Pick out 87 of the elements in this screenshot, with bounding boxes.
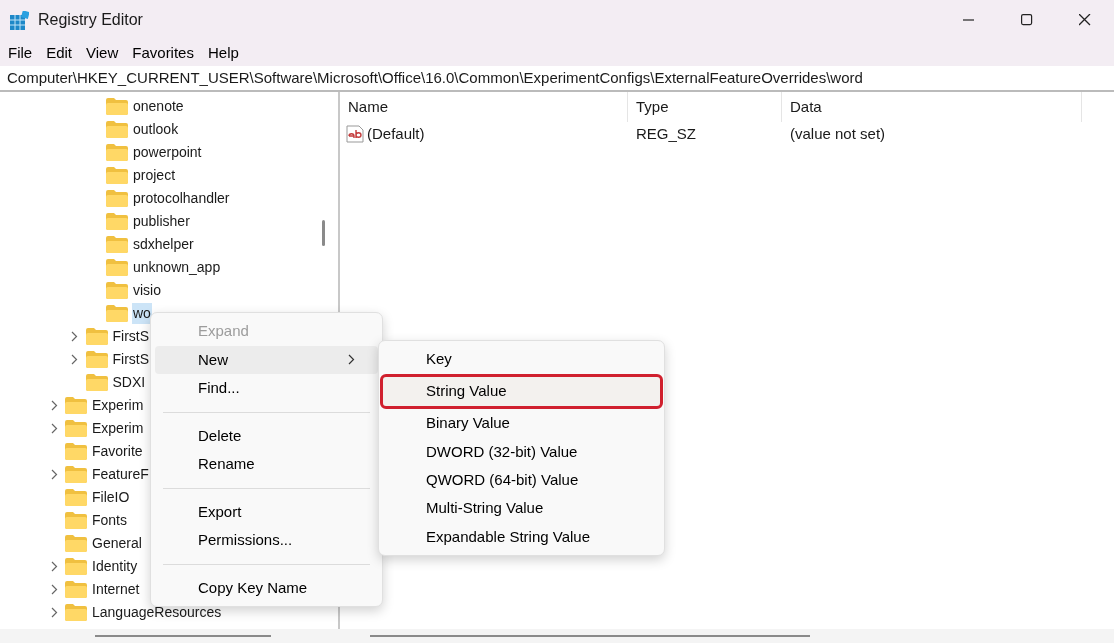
folder-icon — [106, 213, 128, 230]
menu-item[interactable]: Find... — [155, 374, 378, 403]
table-cell-text: REG_SZ — [636, 123, 696, 144]
menu-item[interactable]: Permissions... — [155, 526, 378, 555]
chevron-icon[interactable] — [71, 331, 78, 342]
folder-icon — [65, 512, 87, 529]
tree-item[interactable]: powerpoint — [132, 142, 203, 163]
tree-item[interactable]: Favorite — [91, 441, 144, 462]
folder-icon — [65, 420, 87, 437]
tree-item[interactable]: protocolhandler — [132, 188, 231, 209]
menu-item[interactable]: Copy Key Name — [155, 573, 378, 602]
chevron-icon[interactable] — [50, 561, 58, 572]
folder-icon — [106, 259, 128, 276]
chevron-icon[interactable] — [50, 400, 58, 411]
folder-icon — [106, 305, 128, 322]
tree-item[interactable]: project — [132, 165, 177, 186]
folder-icon — [65, 466, 87, 483]
menu-item[interactable]: Edit — [42, 41, 77, 65]
menu-item[interactable]: String Value — [383, 377, 660, 406]
tree-item[interactable]: FeatureF — [91, 464, 150, 485]
tree-item[interactable]: Experim — [91, 395, 145, 416]
tree-item[interactable]: visio — [132, 280, 162, 301]
tree-item[interactable]: outlook — [132, 119, 180, 140]
table-cell-text: (Default) — [367, 123, 425, 144]
chevron-icon[interactable] — [50, 423, 58, 434]
menu-item[interactable]: Rename — [155, 450, 378, 479]
folder-icon — [85, 328, 108, 345]
column-header[interactable]: Type — [628, 92, 782, 122]
folder-icon — [65, 397, 87, 414]
maximize-icon — [1021, 14, 1033, 26]
menu-item[interactable]: Binary Value — [383, 409, 660, 438]
close-icon — [1079, 14, 1091, 26]
column-header[interactable]: Name — [340, 92, 628, 122]
tree-item[interactable]: onenote — [132, 96, 185, 117]
tree-item[interactable]: unknown_app — [132, 257, 222, 278]
chevron-icon[interactable] — [50, 469, 58, 480]
folder-icon — [65, 489, 87, 506]
menu-item[interactable]: File — [4, 41, 37, 65]
menu-item[interactable]: Help — [203, 41, 243, 65]
chevron-icon[interactable] — [50, 607, 58, 618]
folder-icon — [65, 604, 87, 621]
folder-icon — [85, 374, 108, 391]
menu-item[interactable]: New — [155, 345, 378, 374]
folder-icon — [106, 98, 128, 115]
menu-item[interactable]: Expandable String Value — [383, 522, 660, 552]
tree-item[interactable]: FirstS — [111, 349, 151, 370]
tree-item[interactable]: Experim — [91, 418, 145, 439]
tree-item[interactable]: Fonts — [91, 510, 128, 531]
menu-item[interactable]: Export — [155, 497, 378, 526]
folder-icon — [65, 535, 87, 552]
tree-item[interactable]: publisher — [132, 211, 191, 232]
table-cell-text: (value not set) — [790, 123, 886, 144]
folder-icon — [106, 121, 128, 138]
tree-item[interactable]: Internet — [91, 579, 141, 600]
tree-item[interactable]: SDXI — [111, 372, 147, 393]
address-bar[interactable]: Computer\HKEY_CURRENT_USER\Software\Microsoft\Office\16.0\Common\ExperimentConfigs\ExternalFeatureOverrides\word — [7, 66, 863, 90]
folder-icon — [106, 282, 128, 299]
menu-item[interactable]: Delete — [155, 421, 378, 450]
scrollbar-thumb[interactable] — [95, 635, 271, 637]
menu-item[interactable]: Key — [383, 345, 660, 374]
folder-icon — [65, 558, 87, 575]
menu-item[interactable]: Multi-String Value — [383, 494, 660, 523]
menu-item[interactable]: View — [82, 41, 123, 65]
column-header[interactable]: Data — [782, 92, 1082, 122]
folder-icon — [106, 167, 128, 184]
folder-icon — [65, 443, 87, 460]
scrollbar-thumb[interactable] — [322, 220, 325, 246]
string-value-icon — [346, 125, 364, 143]
tree-item[interactable]: FileIO — [91, 487, 131, 508]
folder-icon — [106, 144, 128, 161]
tree-item[interactable]: FirstS — [111, 326, 151, 347]
chevron-icon[interactable] — [71, 354, 78, 365]
tree-item[interactable]: wo — [132, 303, 152, 324]
scrollbar-thumb[interactable] — [370, 635, 810, 637]
folder-icon — [65, 581, 87, 598]
window-title: Registry Editor — [38, 10, 143, 30]
folder-icon — [106, 190, 128, 207]
menu-item[interactable]: Favorites — [128, 41, 198, 65]
chevron-icon[interactable] — [50, 584, 58, 595]
folder-icon — [106, 236, 128, 253]
tree-item[interactable]: General — [91, 533, 143, 554]
tree-item[interactable]: Identity — [91, 556, 139, 577]
folder-icon — [85, 351, 108, 368]
app-icon — [10, 10, 29, 30]
tree-item[interactable]: sdxhelper — [132, 234, 195, 255]
menu-item[interactable]: DWORD (32-bit) Value — [383, 437, 660, 467]
menu-item[interactable]: QWORD (64-bit) Value — [383, 466, 660, 495]
